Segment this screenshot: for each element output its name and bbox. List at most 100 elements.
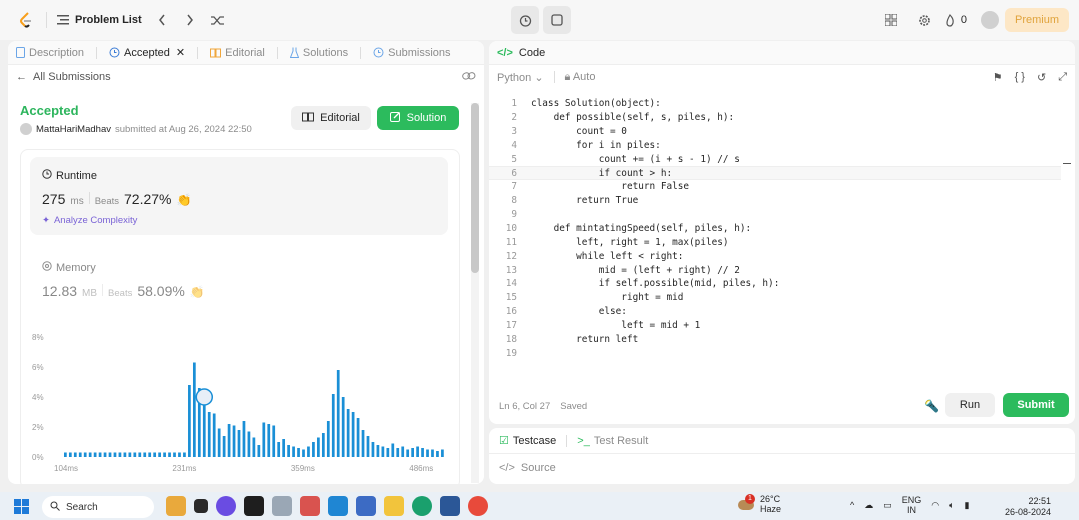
chart-bar[interactable] (302, 449, 305, 458)
notepad-app-icon[interactable] (356, 496, 376, 516)
format-braces-icon[interactable]: { } (1015, 71, 1025, 84)
chart-bar[interactable] (321, 433, 325, 457)
chart-bar[interactable] (143, 452, 147, 458)
solution-button[interactable]: Solution (377, 106, 459, 130)
scrollbar-thumb[interactable] (471, 103, 479, 273)
chart-bar[interactable] (331, 394, 335, 457)
code-line[interactable]: 3 count = 0 (489, 125, 1061, 139)
chart-bar[interactable] (346, 409, 350, 457)
cloud-icon[interactable]: ☁ (864, 500, 873, 511)
chart-bar[interactable] (217, 428, 221, 458)
taskbar-clock[interactable]: 22:51 26-08-2024 (1005, 496, 1051, 518)
code-line[interactable]: 12 while left < right: (489, 249, 1061, 263)
link-icon[interactable] (462, 71, 476, 84)
code-line[interactable]: 6 if count > h: (489, 166, 1061, 181)
chart-bar[interactable] (381, 446, 385, 458)
chart-bar[interactable] (416, 446, 419, 458)
submit-button[interactable]: Submit (1003, 393, 1069, 417)
your-submission-marker[interactable] (195, 388, 214, 406)
editor-scrollbar[interactable] (1063, 93, 1071, 399)
code-editor[interactable]: 1 class Solution(object): 2 def possible(s… (489, 97, 1061, 360)
chart-bar[interactable] (242, 421, 246, 457)
language-select[interactable]: Python ⌄ (497, 71, 544, 84)
tab-description[interactable]: Description (16, 47, 84, 59)
chart-bar[interactable] (98, 452, 102, 458)
code-app-icon[interactable] (300, 496, 320, 516)
taskbar-search[interactable]: Search (42, 496, 154, 518)
chart-bar[interactable] (153, 452, 157, 458)
chart-bar[interactable] (386, 448, 390, 457)
tab-submissions[interactable]: Submissions (373, 47, 451, 59)
chart-bar[interactable] (421, 448, 424, 457)
chart-bar[interactable] (207, 412, 211, 457)
chart-bar[interactable] (312, 442, 315, 457)
chrome-browser-icon[interactable] (468, 496, 488, 516)
tab-accepted[interactable]: Accepted ✕ (109, 46, 185, 59)
tab-solutions[interactable]: Solutions (289, 47, 348, 59)
chart-bar[interactable] (401, 446, 405, 458)
leetcode-logo-icon[interactable] (16, 10, 36, 30)
tab-test-result[interactable]: >_ Test Result (577, 435, 648, 447)
chart-bar[interactable] (128, 452, 132, 458)
chart-bar[interactable] (411, 448, 415, 457)
chart-bar[interactable] (376, 445, 380, 457)
chart-bar[interactable] (237, 430, 241, 457)
prev-problem-chevron-left-icon[interactable] (148, 6, 176, 34)
chart-bar[interactable] (83, 452, 87, 458)
chart-bar[interactable] (426, 449, 429, 458)
weather-widget[interactable]: 1 26°C Haze (738, 494, 781, 514)
chart-bar[interactable] (133, 452, 137, 458)
code-line[interactable]: 2 def possible(self, s, piles, h): (489, 111, 1061, 125)
chart-bar[interactable] (267, 424, 271, 457)
file-explorer-icon[interactable] (384, 496, 404, 516)
premium-button[interactable]: Premium (1004, 8, 1069, 32)
streak-counter[interactable]: 0 (945, 13, 967, 27)
chart-bar[interactable] (68, 452, 72, 458)
username[interactable]: MattaHariMadhav (36, 124, 111, 135)
chart-bar[interactable] (257, 445, 261, 457)
chart-bar[interactable] (252, 437, 256, 458)
code-line[interactable]: 9 (489, 208, 1061, 222)
chart-bar[interactable] (396, 448, 400, 457)
code-line[interactable]: 11 left, right = 1, max(piles) (489, 235, 1061, 249)
chart-bar[interactable] (232, 425, 236, 458)
terminal-app-icon[interactable] (244, 496, 264, 516)
code-line[interactable]: 19 (489, 346, 1061, 360)
code-line[interactable]: 5 count += (i + s - 1) // s (489, 152, 1061, 166)
snowflake-app-icon[interactable] (272, 496, 292, 516)
chart-bar[interactable] (118, 452, 122, 458)
source-toggle[interactable]: </> Source (489, 454, 1075, 482)
shuffle-icon[interactable] (204, 6, 232, 34)
chart-bar[interactable] (366, 436, 370, 457)
code-line[interactable]: 14 if self.possible(mid, piles, h): (489, 277, 1061, 291)
chart-bar[interactable] (88, 452, 92, 458)
reset-icon[interactable]: ↺ (1037, 71, 1046, 84)
code-line[interactable]: 16 else: (489, 305, 1061, 319)
store-app-icon[interactable] (440, 496, 460, 516)
close-icon[interactable]: ✕ (176, 46, 185, 59)
chart-bar[interactable] (277, 442, 281, 457)
chart-bar[interactable] (148, 452, 152, 458)
chart-bar[interactable] (371, 442, 375, 457)
chart-bar[interactable] (317, 437, 320, 458)
chart-bar[interactable] (123, 452, 127, 458)
chart-bar[interactable] (307, 446, 310, 458)
speaker-icon[interactable]: 🔈︎ (949, 500, 954, 511)
chart-bar[interactable] (262, 422, 266, 458)
chart-bar[interactable] (351, 412, 355, 457)
problem-list-button[interactable]: Problem List (57, 14, 142, 26)
monitor-icon[interactable]: ▭ (883, 500, 892, 511)
code-line[interactable]: 15 right = mid (489, 291, 1061, 305)
code-line[interactable]: 17 left = mid + 1 (489, 319, 1061, 333)
runtime-card[interactable]: Runtime 275 ms Beats 72.27% 👏 ✦ Analyze … (30, 157, 448, 235)
chart-bar[interactable] (341, 397, 345, 457)
chart-bar[interactable] (272, 425, 276, 458)
bookmark-icon[interactable]: ⚑ (993, 71, 1003, 84)
alarm-clock-icon[interactable] (511, 6, 539, 34)
edge-browser-icon[interactable] (412, 496, 432, 516)
chart-bar[interactable] (222, 436, 226, 457)
code-line[interactable]: 18 return left (489, 332, 1061, 346)
window-app-icon[interactable] (194, 499, 208, 513)
chart-bar[interactable] (282, 439, 286, 457)
windows-start-icon[interactable] (14, 499, 29, 517)
